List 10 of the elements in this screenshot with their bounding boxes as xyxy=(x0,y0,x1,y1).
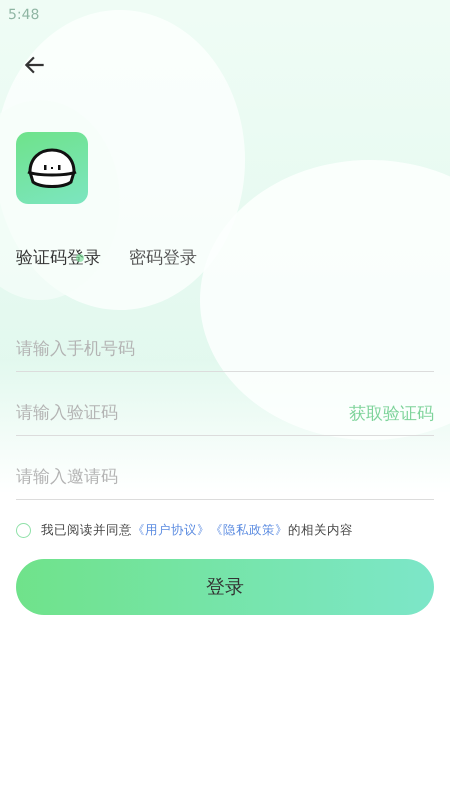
input-field[interactable]: 请输入手机号码 xyxy=(16,321,434,359)
input-field[interactable]: 请输入邀请码 xyxy=(16,449,434,487)
input-field[interactable]: 请输入验证码 xyxy=(16,385,349,423)
agreement-text: 我已阅读并同意《用户协议》《隐私政策》的相关内容 xyxy=(41,522,353,539)
login-tab[interactable]: 密码登录 xyxy=(129,246,197,269)
agreement-checkbox[interactable] xyxy=(16,523,31,538)
app-logo-icon xyxy=(16,132,88,204)
status-time: 5:48 xyxy=(8,7,40,23)
login-tab[interactable]: 验证码登录 xyxy=(16,246,101,269)
login-button[interactable]: 登录 xyxy=(16,559,434,615)
